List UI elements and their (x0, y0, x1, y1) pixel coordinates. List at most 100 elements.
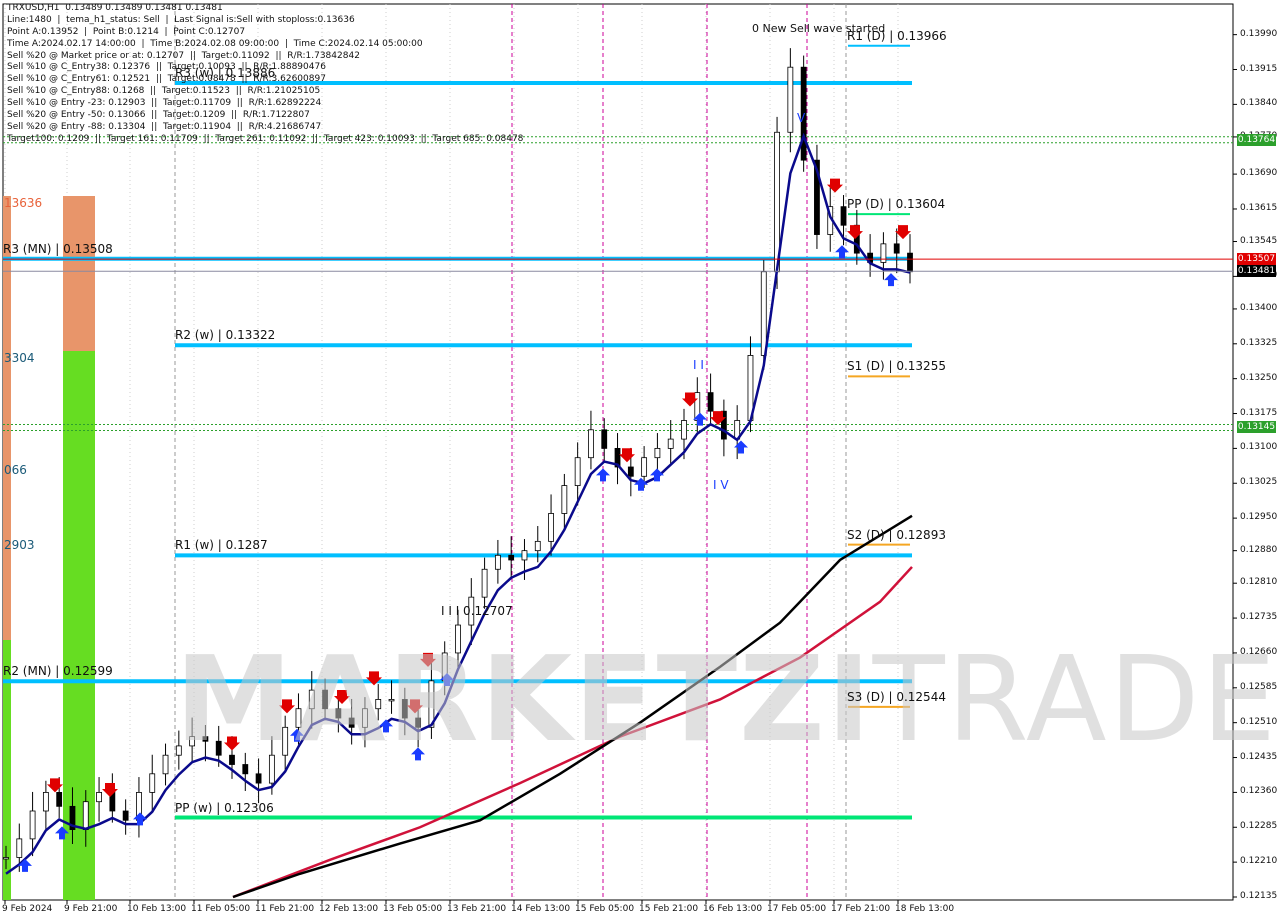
time-tick: 15 Feb 05:00 (575, 904, 635, 914)
price-tick: 0.12435 (1240, 751, 1278, 762)
price-tick: 0.13545 (1240, 235, 1278, 246)
level-label: PP (w) | 0.12306 (175, 800, 274, 815)
price-tick: 0.12585 (1240, 681, 1278, 692)
time-tick: 13 Feb 21:00 (447, 904, 507, 914)
candle-body (681, 420, 687, 440)
bid-price-tag: 0.13481 (1237, 265, 1276, 278)
level-label: S1 (D) | 0.13255 (847, 359, 946, 374)
info-line: Sell %10 @ Entry -23: 0.12903 || Target:… (7, 98, 322, 109)
info-line: Target100: 0.1209 || Target 161: 0.11709… (7, 133, 524, 144)
price-tick: 0.12360 (1240, 786, 1278, 797)
left-label: 13636 (4, 196, 43, 210)
wave-ii-label: I I (693, 358, 704, 372)
price-tick: 0.12810 (1240, 577, 1278, 588)
candle-body (548, 513, 554, 542)
sell-arrow (847, 225, 863, 240)
zone-price-tag: 0.13145 (1237, 421, 1276, 434)
price-tick: 0.13175 (1240, 407, 1278, 418)
candle-body (82, 801, 89, 830)
info-line: Sell %20 @ Entry -50: 0.13066 || Target:… (7, 110, 310, 121)
candle-body (534, 540, 541, 552)
price-tick: 0.12210 (1240, 856, 1278, 867)
price-tick: 0.12285 (1240, 821, 1278, 832)
time-tick: 9 Feb 2024 (2, 904, 53, 914)
price-tick: 0.13400 (1240, 302, 1278, 313)
candle-body (840, 206, 847, 226)
wave-start-note: 0 New Sell wave started (752, 22, 886, 35)
level-label: R3 (MN) | 0.13508 (3, 241, 113, 256)
left-label: 2903 (4, 538, 35, 552)
info-line: Sell %20 @ Market price or at: 0.12707 |… (7, 50, 360, 61)
info-line: Time A:2024.02.17 14:00:00 | Time B:2024… (7, 38, 423, 49)
candle-body (601, 429, 608, 449)
buy-arrow (884, 273, 898, 287)
candle-body (42, 792, 49, 812)
price-tick: 0.13250 (1240, 372, 1278, 383)
level-label: R3 (w) | 0.13886 (175, 65, 276, 80)
price-tick: 0.12950 (1240, 512, 1278, 523)
level-label: PP (D) | 0.13604 (847, 197, 946, 212)
buy-arrow (18, 858, 32, 872)
time-tick: 17 Feb 05:00 (767, 904, 827, 914)
time-tick: 15 Feb 21:00 (639, 904, 699, 914)
buy-arrow (634, 477, 648, 491)
level-label: R1 (w) | 0.1287 (175, 538, 268, 553)
candle-body (3, 857, 9, 860)
wave-v-label: V (797, 111, 806, 125)
sell-arrow (102, 782, 118, 797)
price-tick: 0.13990 (1240, 28, 1278, 39)
price-tick: 0.13915 (1240, 63, 1278, 74)
histogram-orange (63, 196, 95, 351)
buy-arrow (734, 440, 748, 454)
level-label: R2 (MN) | 0.12599 (3, 664, 113, 679)
buy-arrow (835, 245, 849, 259)
time-tick: 10 Feb 13:00 (127, 904, 187, 914)
candle-body (787, 66, 794, 133)
wave-iv-label: I V (713, 478, 729, 492)
wave-iii-label: I I I 0.12707 (441, 604, 513, 618)
candle-body (574, 457, 581, 486)
info-line: Point A:0.13952 | Point B:0.1214 | Point… (7, 26, 246, 37)
price-tick: 0.12735 (1240, 612, 1278, 623)
left-bar-green (3, 640, 11, 900)
price-tick: 0.12660 (1240, 646, 1278, 657)
time-tick: 17 Feb 21:00 (831, 904, 891, 914)
price-tick: 0.12510 (1240, 716, 1278, 727)
price-tick: 0.12880 (1240, 544, 1278, 555)
candle-body (561, 485, 568, 514)
stop-price-tag: 0.13507 (1237, 253, 1276, 266)
candle-body (588, 429, 594, 459)
price-tick: 0.13025 (1240, 477, 1278, 488)
time-tick: 12 Feb 13:00 (319, 904, 379, 914)
price-tick: 0.12135 (1240, 891, 1278, 901)
sell-arrow (47, 778, 63, 793)
buy-arrow (596, 468, 610, 482)
candle-body (481, 568, 488, 598)
time-tick: 13 Feb 05:00 (383, 904, 443, 914)
candle-body (893, 243, 900, 254)
price-tick: 0.13840 (1240, 98, 1278, 109)
sell-arrow (827, 178, 843, 193)
candle-body (56, 792, 63, 807)
candle-body (494, 554, 501, 570)
info-line: TRXUSD,H1 0.13489 0.13489 0.13481 0.1348… (7, 3, 223, 13)
candle-body (707, 392, 714, 412)
candle-body (122, 810, 129, 821)
candle-body (521, 550, 528, 561)
candle-body (654, 447, 661, 459)
left-label: 3304 (4, 351, 35, 365)
level-label: S2 (D) | 0.12893 (847, 527, 946, 542)
time-tick: 18 Feb 13:00 (895, 904, 955, 914)
left-label: 066 (4, 463, 27, 477)
candle-body (255, 773, 262, 784)
candle-body (508, 554, 515, 561)
info-line: Sell %10 @ C_Entry88: 0.1268 || Target:0… (7, 86, 321, 97)
sell-arrow (895, 225, 911, 240)
time-tick: 11 Feb 05:00 (191, 904, 251, 914)
candle-body (627, 466, 634, 477)
time-tick: 14 Feb 13:00 (511, 904, 571, 914)
candle-body (907, 252, 913, 273)
level-label: S3 (D) | 0.12544 (847, 689, 946, 704)
time-tick: 9 Feb 21:00 (64, 904, 118, 914)
price-tick: 0.13690 (1240, 168, 1278, 179)
